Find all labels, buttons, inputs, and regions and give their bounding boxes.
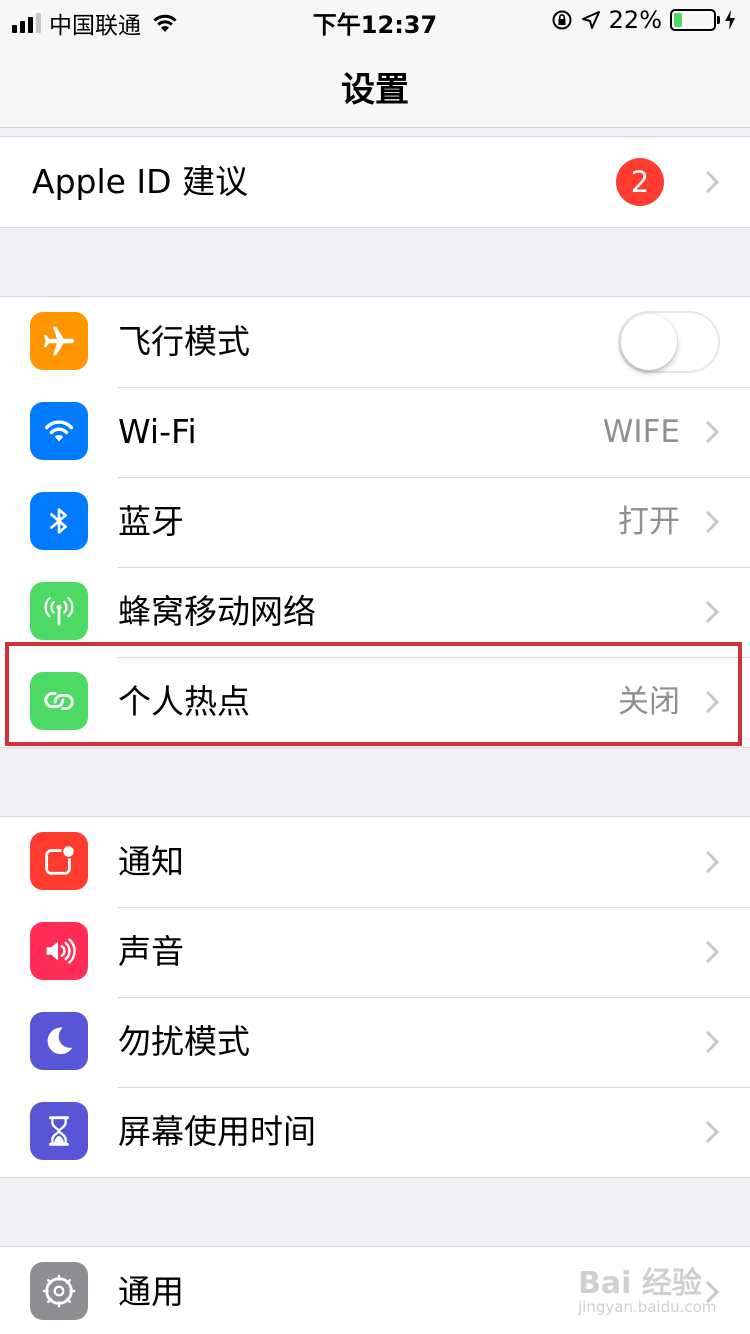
airplane-mode-toggle[interactable] xyxy=(618,311,720,373)
settings-row-notifications[interactable]: 通知 xyxy=(0,817,750,907)
wifi-icon xyxy=(30,402,88,460)
navigation-bar: 设置 xyxy=(0,40,750,128)
settings-row-dnd[interactable]: 勿扰模式 xyxy=(0,997,750,1087)
hotspot-icon xyxy=(30,672,88,730)
chevron-right-icon xyxy=(705,510,720,534)
settings-row-label: 勿扰模式 xyxy=(118,1022,250,1061)
settings-row-hotspot[interactable]: 个人热点 关闭 xyxy=(0,657,750,747)
settings-row-label: 蜂窝移动网络 xyxy=(118,592,316,631)
chevron-right-icon xyxy=(705,600,720,624)
notifications-group: 通知 声音 勿扰模式 屏幕使用时间 xyxy=(0,816,750,1178)
page-title: 设置 xyxy=(341,70,409,110)
watermark-url: jingyan.baidu.com xyxy=(578,1298,717,1316)
status-right: 22% xyxy=(551,6,736,34)
settings-row-bluetooth[interactable]: 蓝牙 打开 xyxy=(0,477,750,567)
gear-icon xyxy=(30,1262,88,1320)
speaker-icon xyxy=(30,922,88,980)
chevron-right-icon xyxy=(705,1030,720,1054)
orientation-lock-icon xyxy=(552,10,572,30)
chevron-right-icon xyxy=(705,850,720,874)
location-icon xyxy=(581,11,600,29)
settings-row-label: 飞行模式 xyxy=(118,322,250,361)
charging-icon xyxy=(725,10,735,30)
settings-row-value: 打开 xyxy=(618,504,680,540)
settings-row-cellular[interactable]: 蜂窝移动网络 xyxy=(0,567,750,657)
settings-row-label: 蓝牙 xyxy=(118,502,184,541)
settings-row-value: 关闭 xyxy=(618,684,680,720)
notification-icon xyxy=(30,832,88,890)
settings-row-label: 声音 xyxy=(118,932,184,971)
toggle-knob xyxy=(621,314,677,370)
settings-row-label: 屏幕使用时间 xyxy=(118,1112,316,1151)
airplane-icon xyxy=(30,312,88,370)
notification-badge: 2 xyxy=(616,158,664,206)
hourglass-icon xyxy=(30,1102,88,1160)
apple-id-label: Apple ID 建议 xyxy=(32,162,249,201)
chevron-right-icon xyxy=(705,170,720,194)
chevron-right-icon xyxy=(705,690,720,714)
settings-row-label: 个人热点 xyxy=(118,682,250,721)
apple-id-suggestions-row[interactable]: Apple ID 建议 2 xyxy=(0,137,750,227)
settings-row-label: 通用 xyxy=(118,1272,184,1311)
connectivity-group: 飞行模式 Wi-Fi WIFE 蓝牙 打开 蜂窝移动网络 个人热点 关闭 xyxy=(0,296,750,748)
apple-id-group: Apple ID 建议 2 xyxy=(0,136,750,228)
settings-row-wifi[interactable]: Wi-Fi WIFE xyxy=(0,387,750,477)
settings-row-label: 通知 xyxy=(118,842,184,881)
antenna-icon xyxy=(30,582,88,640)
settings-row-airplane[interactable]: 飞行模式 xyxy=(0,297,750,387)
moon-icon xyxy=(30,1012,88,1070)
chevron-right-icon xyxy=(705,420,720,444)
settings-row-screentime[interactable]: 屏幕使用时间 xyxy=(0,1087,750,1177)
battery-icon xyxy=(670,9,720,31)
chevron-right-icon xyxy=(705,940,720,964)
watermark-logo: Bai 经验 xyxy=(578,1266,702,1301)
status-bar: 中国联通 下午12:37 22% xyxy=(0,0,750,40)
chevron-right-icon xyxy=(705,1120,720,1144)
bluetooth-icon xyxy=(30,492,88,550)
battery-level xyxy=(674,13,683,27)
settings-row-sounds[interactable]: 声音 xyxy=(0,907,750,997)
battery-percent: 22% xyxy=(608,6,662,34)
settings-row-value: WIFE xyxy=(602,414,680,450)
settings-row-label: Wi-Fi xyxy=(118,412,197,451)
